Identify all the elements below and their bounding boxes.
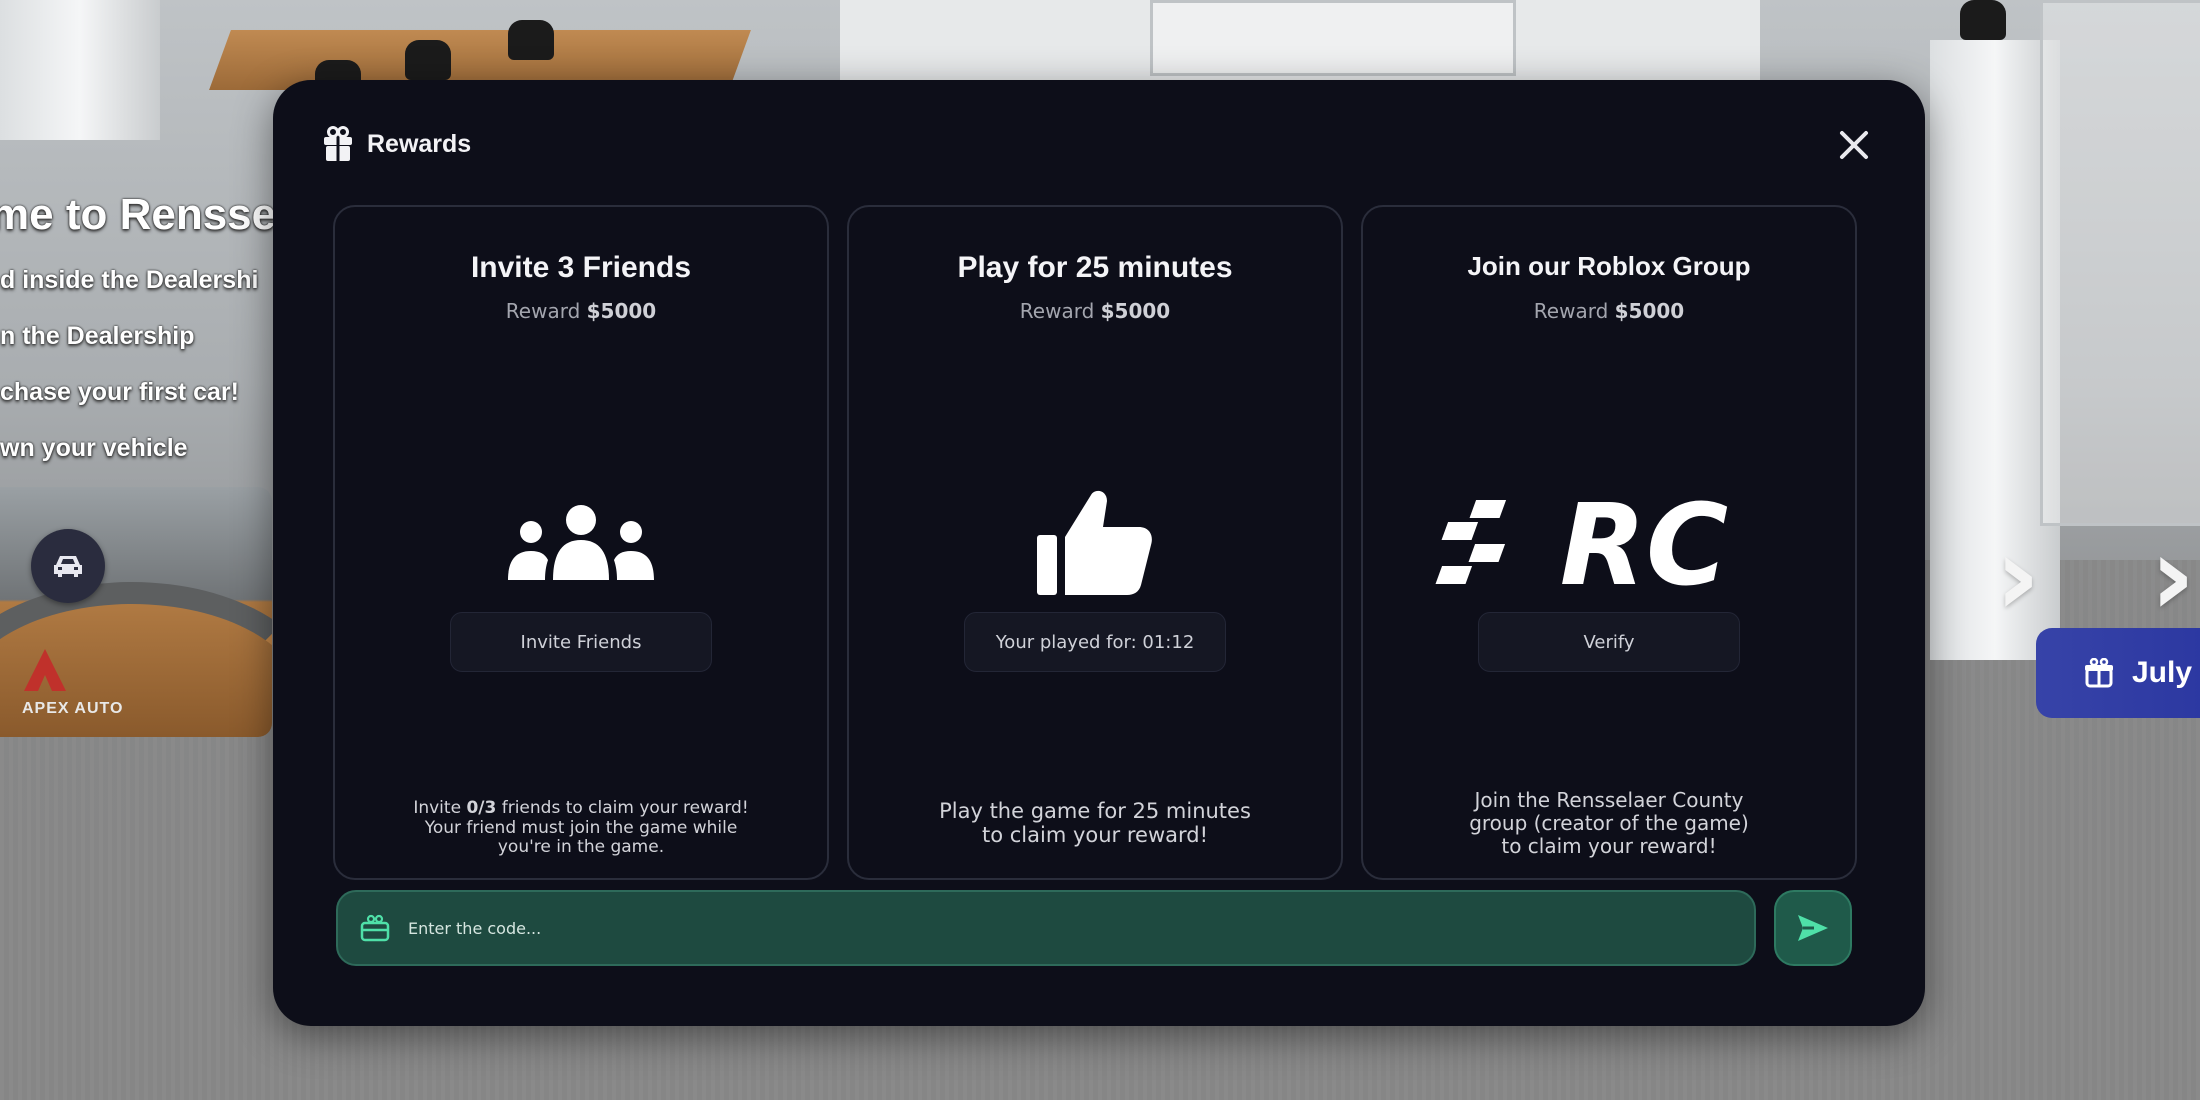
july-event-label: July: [2132, 656, 2193, 689]
location-preview: APEX AUTO: [0, 487, 272, 737]
desc-line: Invite 0/3 friends to claim your reward!: [355, 798, 807, 819]
card-title: Play for 25 minutes: [957, 251, 1233, 284]
apex-logo-text: APEX AUTO: [22, 700, 124, 717]
vehicle-button[interactable]: [31, 529, 105, 603]
reward-value: $5000: [586, 299, 657, 323]
reward-label: Reward: [1019, 299, 1095, 323]
card-description: Invite 0/3 friends to claim your reward!…: [355, 798, 807, 858]
card-icon-wrap: RC: [1363, 477, 1855, 607]
quest-step: chase your first car!: [0, 378, 239, 406]
gift-icon: [2085, 658, 2113, 688]
rewards-modal: Rewards Invite 3 Friends Reward $5000 In…: [273, 80, 1925, 1026]
desc-line: to claim your reward!: [1501, 834, 1717, 858]
modal-title: Rewards: [367, 129, 472, 158]
playtime-status: Your played for: 01:12: [964, 612, 1226, 672]
reward-value: $5000: [1100, 299, 1171, 323]
apex-auto-logo: APEX AUTO: [22, 647, 123, 718]
submit-code-button[interactable]: [1774, 890, 1852, 966]
card-reward: Reward $5000: [1363, 299, 1855, 323]
quest-title: me to Rensse: [0, 190, 277, 239]
gift-icon: [324, 126, 352, 161]
reward-card-playtime: Play for 25 minutes Reward $5000 Your pl…: [847, 205, 1343, 880]
quest-step: d inside the Dealershi: [0, 266, 259, 294]
reward-card-invite-friends: Invite 3 Friends Reward $5000 Invite Fri…: [333, 205, 829, 880]
desc-line: group (creator of the game): [1469, 811, 1749, 835]
ticket-gift-icon: [360, 914, 390, 942]
group-icon: [508, 505, 654, 580]
glass-wall: [1150, 0, 1516, 76]
chair: [508, 20, 554, 60]
glass-wall: [2040, 0, 2200, 526]
card-icon-wrap: [335, 477, 827, 607]
invite-friends-button[interactable]: Invite Friends: [450, 612, 712, 672]
reward-value: $5000: [1614, 299, 1685, 323]
reward-card-roblox-group: Join our Roblox Group Reward $5000 RC Ve…: [1361, 205, 1857, 880]
reward-label: Reward: [1533, 299, 1609, 323]
card-reward: Reward $5000: [335, 299, 827, 323]
arrow-marker-icon: ›: [2150, 512, 2196, 640]
desc-line: Join the Rensselaer County: [1474, 788, 1744, 812]
apex-logo-icon: [24, 649, 66, 691]
desc-line: you're in the game.: [497, 837, 665, 858]
friend-count: 0/3: [466, 798, 497, 818]
card-icon-wrap: [849, 477, 1341, 607]
card-description: Join the Rensselaer County group (creato…: [1383, 789, 1835, 858]
card-description: Play the game for 25 minutes to claim yo…: [869, 799, 1321, 847]
desc-line: to claim your reward!: [981, 823, 1209, 848]
july-event-button[interactable]: July: [2036, 628, 2200, 718]
card-reward: Reward $5000: [849, 299, 1341, 323]
modal-header: Rewards: [323, 126, 471, 162]
card-title: Invite 3 Friends: [470, 251, 692, 284]
rc-logo-text: RC: [1560, 492, 1728, 592]
verify-button[interactable]: Verify: [1478, 612, 1740, 672]
rc-logo-icon: RC: [1435, 492, 1728, 592]
desc-line: Play the game for 25 minutes: [939, 799, 1251, 823]
pillar: [0, 0, 160, 140]
desc-text: friends to claim your reward!: [496, 798, 749, 818]
code-input[interactable]: [406, 917, 1754, 939]
code-entry-bar: [336, 890, 1756, 966]
desc-text: Invite: [413, 798, 467, 818]
desc-line: Your friend must join the game while: [424, 817, 738, 838]
close-button[interactable]: [1835, 126, 1873, 164]
reward-label: Reward: [505, 299, 581, 323]
car-icon: [54, 556, 82, 577]
chair: [405, 40, 451, 80]
send-icon: [1798, 915, 1828, 941]
quest-step: wn your vehicle: [0, 434, 188, 462]
arrow-marker-icon: ›: [1995, 512, 2041, 640]
chair: [1960, 0, 2006, 40]
thumbs-up-icon: [1037, 490, 1152, 595]
card-title: Join our Roblox Group: [1467, 251, 1751, 281]
quest-step: n the Dealership: [0, 322, 195, 350]
